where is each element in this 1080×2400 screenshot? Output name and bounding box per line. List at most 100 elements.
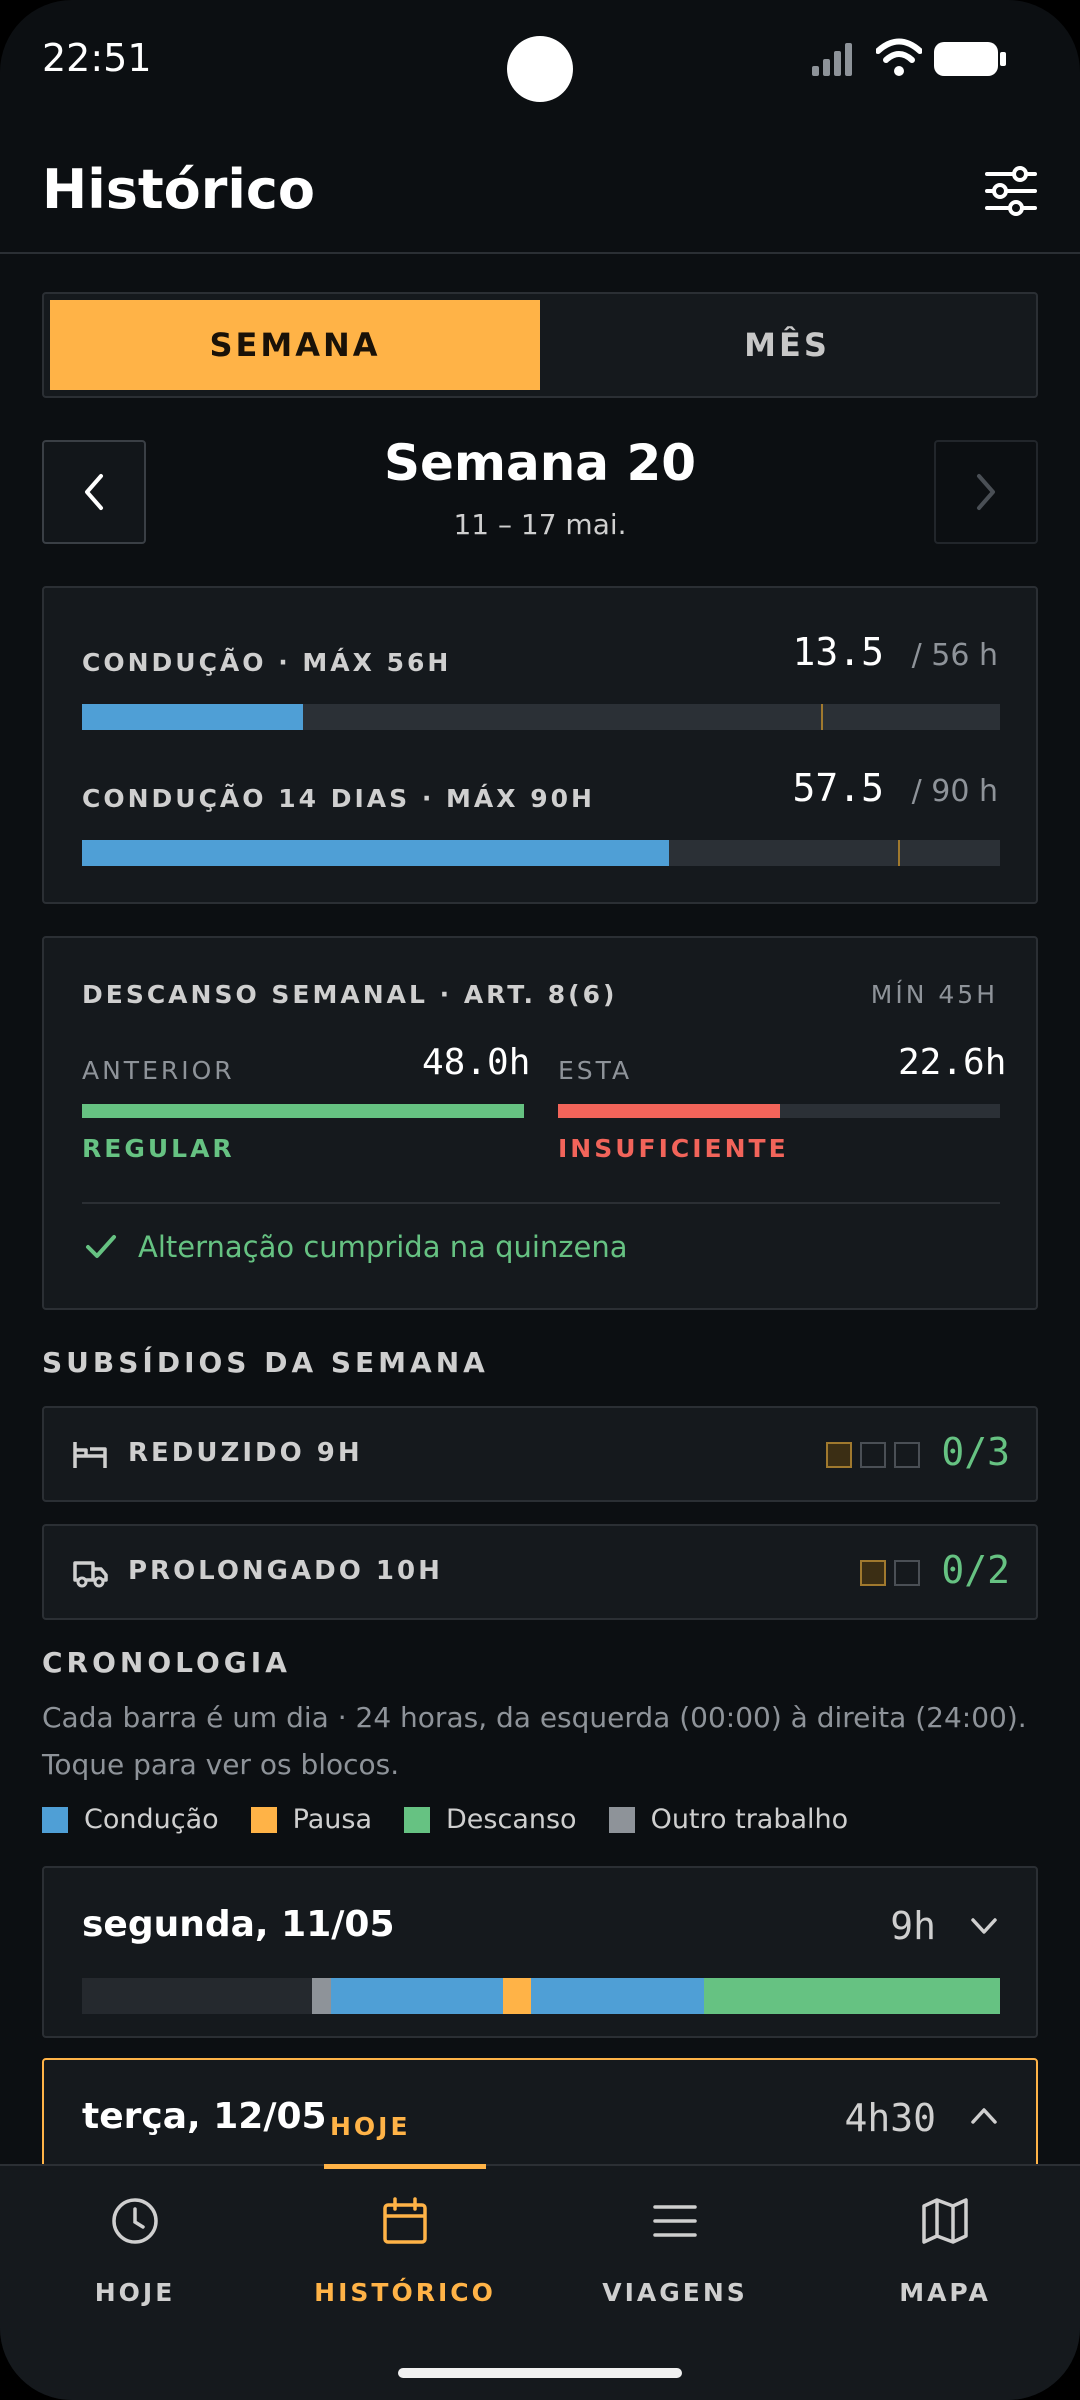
- driving-limits-card: CONDUÇÃO · MÁX 56H 13.5 / 56 h CONDUÇÃO …: [42, 586, 1038, 904]
- extended-driving-allowance[interactable]: PROLONGADO 10H 0/2: [42, 1524, 1038, 1620]
- fortnight-driving-threshold: [898, 840, 900, 866]
- status-time: 22:51: [42, 36, 152, 80]
- bottom-navigation: HOJE HISTÓRICO VIAGENS MAPA: [0, 2164, 1080, 2400]
- reduced-rest-allowance[interactable]: REDUZIDO 9H 0/3: [42, 1406, 1038, 1502]
- nav-tab-history[interactable]: HISTÓRICO: [270, 2166, 540, 2326]
- nav-tab-today[interactable]: HOJE: [0, 2166, 270, 2326]
- timeline-legend: Condução Pausa Descanso Outro trabalho: [42, 1804, 880, 1835]
- nav-tab-label: VIAGENS: [602, 2278, 748, 2307]
- previous-rest-value: 48.0h: [422, 1042, 531, 1083]
- previous-rest-status: REGULAR: [82, 1134, 235, 1163]
- status-bar: 22:51: [0, 0, 1080, 120]
- nav-tab-label: HOJE: [94, 2278, 176, 2307]
- fortnight-driving-progress: [82, 840, 1000, 866]
- allowance-slot-used: [860, 1560, 886, 1586]
- tab-month[interactable]: MÊS: [542, 300, 1032, 390]
- timeline-block-other: [311, 1978, 331, 2014]
- legend-item-driving: Condução: [42, 1804, 219, 1835]
- weekly-driving-fill: [82, 704, 304, 730]
- check-icon: [86, 1235, 116, 1258]
- day-row-monday[interactable]: segunda, 11/05 9h: [42, 1866, 1038, 2038]
- battery-icon: [934, 42, 1006, 76]
- allowances-title: SUBSÍDIOS DA SEMANA: [42, 1346, 489, 1379]
- allowance-slot-used: [826, 1442, 852, 1468]
- legend-label: Descanso: [446, 1804, 577, 1835]
- current-rest-label: ESTA: [558, 1056, 633, 1085]
- legend-swatch: [42, 1806, 68, 1833]
- previous-rest-progress: [82, 1104, 524, 1118]
- week-title: Semana 20: [383, 434, 697, 492]
- weekly-driving-threshold: [821, 704, 823, 730]
- current-rest-fill: [558, 1104, 780, 1118]
- current-rest-progress: [558, 1104, 1000, 1118]
- home-indicator[interactable]: [398, 2368, 682, 2378]
- allowance-slot: [894, 1442, 920, 1468]
- weekly-driving-value: 13.5: [792, 630, 884, 674]
- timeline-block-drive: [330, 1978, 503, 2014]
- filter-settings-icon[interactable]: [984, 164, 1038, 218]
- current-rest-value: 22.6h: [898, 1042, 1007, 1083]
- divider: [82, 1202, 1000, 1204]
- nav-tab-label: MAPA: [899, 2278, 991, 2307]
- today-badge: HOJE: [330, 2112, 411, 2141]
- weekly-rest-title: DESCANSO SEMANAL · ART. 8(6): [82, 980, 618, 1009]
- menu-icon: [653, 2205, 697, 2237]
- signal-icon: [812, 43, 852, 76]
- legend-label: Outro trabalho: [650, 1804, 849, 1835]
- reduced-rest-label: REDUZIDO 9H: [128, 1438, 363, 1468]
- previous-rest-label: ANTERIOR: [82, 1056, 235, 1085]
- nav-tab-map[interactable]: MAPA: [810, 2166, 1080, 2326]
- weekly-driving-label: CONDUÇÃO · MÁX 56H: [82, 648, 452, 677]
- fortnight-driving-max: / 90 h: [911, 774, 998, 809]
- previous-rest-fill: [82, 1104, 524, 1118]
- tab-week[interactable]: SEMANA: [50, 300, 540, 390]
- current-rest-status: INSUFICIENTE: [558, 1134, 789, 1163]
- nav-tab-label: HISTÓRICO: [314, 2278, 496, 2307]
- legend-label: Pausa: [292, 1804, 372, 1835]
- next-week-button[interactable]: [934, 440, 1038, 544]
- timeline-block-pause: [502, 1978, 532, 2014]
- fortnight-driving-fill: [82, 840, 669, 866]
- fortnight-driving-value: 57.5: [792, 766, 884, 810]
- alternation-note: Alternação cumprida na quinzena: [138, 1230, 628, 1264]
- timeline-block-drive: [531, 1978, 704, 2014]
- day-name: segunda, 11/05: [82, 1904, 395, 1945]
- chevron-right-icon: [977, 474, 995, 510]
- app-header: Histórico: [0, 140, 1080, 254]
- period-toggle: SEMANA MÊS: [42, 292, 1038, 398]
- allowance-slot: [860, 1442, 886, 1468]
- day-hours: 4h30: [844, 2096, 936, 2140]
- extended-driving-count: 0/2: [941, 1548, 1010, 1592]
- legend-item-rest: Descanso: [404, 1804, 577, 1835]
- extended-driving-label: PROLONGADO 10H: [128, 1556, 443, 1586]
- bed-icon: [73, 1442, 107, 1468]
- day-name: terça, 12/05: [82, 2096, 327, 2137]
- map-icon: [922, 2198, 968, 2244]
- legend-item-pause: Pausa: [250, 1804, 372, 1835]
- week-date-range: 11 – 17 mai.: [453, 508, 627, 541]
- calendar-icon: [383, 2197, 427, 2244]
- fortnight-driving-label: CONDUÇÃO 14 DIAS · MÁX 90H: [82, 784, 595, 813]
- allowance-slot: [894, 1560, 920, 1586]
- legend-swatch: [250, 1806, 277, 1833]
- legend-swatch: [404, 1806, 430, 1833]
- timeline-description: Cada barra é um dia · 24 horas, da esque…: [42, 1701, 1027, 1781]
- nav-tab-trips[interactable]: VIAGENS: [540, 2166, 810, 2326]
- legend-swatch: [608, 1806, 635, 1833]
- day-hours: 9h: [890, 1904, 936, 1948]
- legend-label: Condução: [84, 1804, 219, 1835]
- weekly-driving-max: / 56 h: [911, 638, 998, 673]
- truck-icon: [73, 1561, 108, 1588]
- timeline-block-rest: [703, 1978, 1000, 2014]
- weekly-rest-min: MÍN 45H: [870, 980, 998, 1009]
- legend-item-other-work: Outro trabalho: [608, 1804, 849, 1835]
- chevron-up-icon: [971, 2108, 997, 2124]
- weekly-driving-progress: [82, 704, 1000, 730]
- app-screen: 22:51 Histórico SEMANA MÊS Semana 20 11 …: [0, 0, 1080, 2400]
- wifi-icon: [876, 38, 922, 76]
- camera-cutout: [507, 36, 573, 102]
- weekly-rest-card: DESCANSO SEMANAL · ART. 8(6) MÍN 45H ANT…: [42, 936, 1038, 1310]
- timeline-title: CRONOLOGIA: [42, 1646, 291, 1679]
- reduced-rest-count: 0/3: [941, 1430, 1010, 1474]
- day-timeline-bar: [82, 1978, 1000, 2014]
